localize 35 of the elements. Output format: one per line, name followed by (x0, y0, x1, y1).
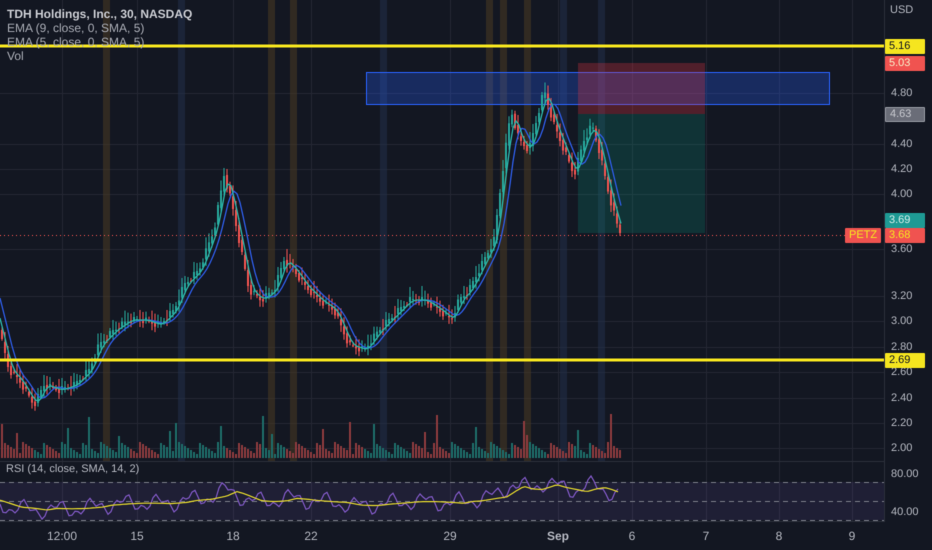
currency-label: USD (890, 4, 914, 16)
time-label: 29 (443, 529, 457, 543)
price-badge: 5.03 (885, 56, 925, 71)
indicator-label[interactable]: Vol (7, 49, 192, 63)
price-badge: 2.69 (885, 353, 925, 368)
price-tick: 4.20 (891, 162, 912, 176)
price-tick: 2.20 (891, 416, 912, 430)
time-label: 22 (304, 529, 318, 543)
price-tick: 4.00 (891, 187, 912, 201)
price-badge: 3.69 (885, 213, 925, 228)
time-label: 9 (848, 529, 856, 543)
indicator-label[interactable]: EMA (9, close, 0, SMA, 5) (7, 21, 192, 35)
time-label: 7 (702, 529, 710, 543)
time-label: 6 (628, 529, 636, 543)
price-tick: 2.00 (891, 441, 912, 455)
price-tick: 3.60 (891, 242, 912, 256)
price-tick: 4.80 (891, 86, 912, 100)
symbol-badge: PETZ (845, 228, 882, 243)
price-tick: 3.20 (891, 289, 912, 303)
chart-title: TDH Holdings, Inc., 30, NASDAQ (7, 7, 192, 21)
time-label: Sep (547, 529, 569, 543)
price-tick: 4.40 (891, 137, 912, 151)
indicator-label[interactable]: RSI (14, close, SMA, 14, 2) (6, 463, 140, 475)
price-badge: 3.68 (885, 228, 925, 243)
price-tick: 2.40 (891, 391, 912, 405)
price-badge: 4.63 (885, 107, 925, 122)
price-tick: 3.00 (891, 314, 912, 328)
time-label: 18 (226, 529, 240, 543)
price-tick: 2.80 (891, 340, 912, 354)
rsi-tick: 40.00 (891, 505, 919, 519)
time-label: 8 (776, 529, 782, 543)
time-label: 15 (130, 529, 144, 543)
rsi-tick: 80.00 (891, 467, 919, 481)
time-label: 12:00 (46, 529, 78, 543)
price-badge: 5.16 (885, 39, 925, 54)
